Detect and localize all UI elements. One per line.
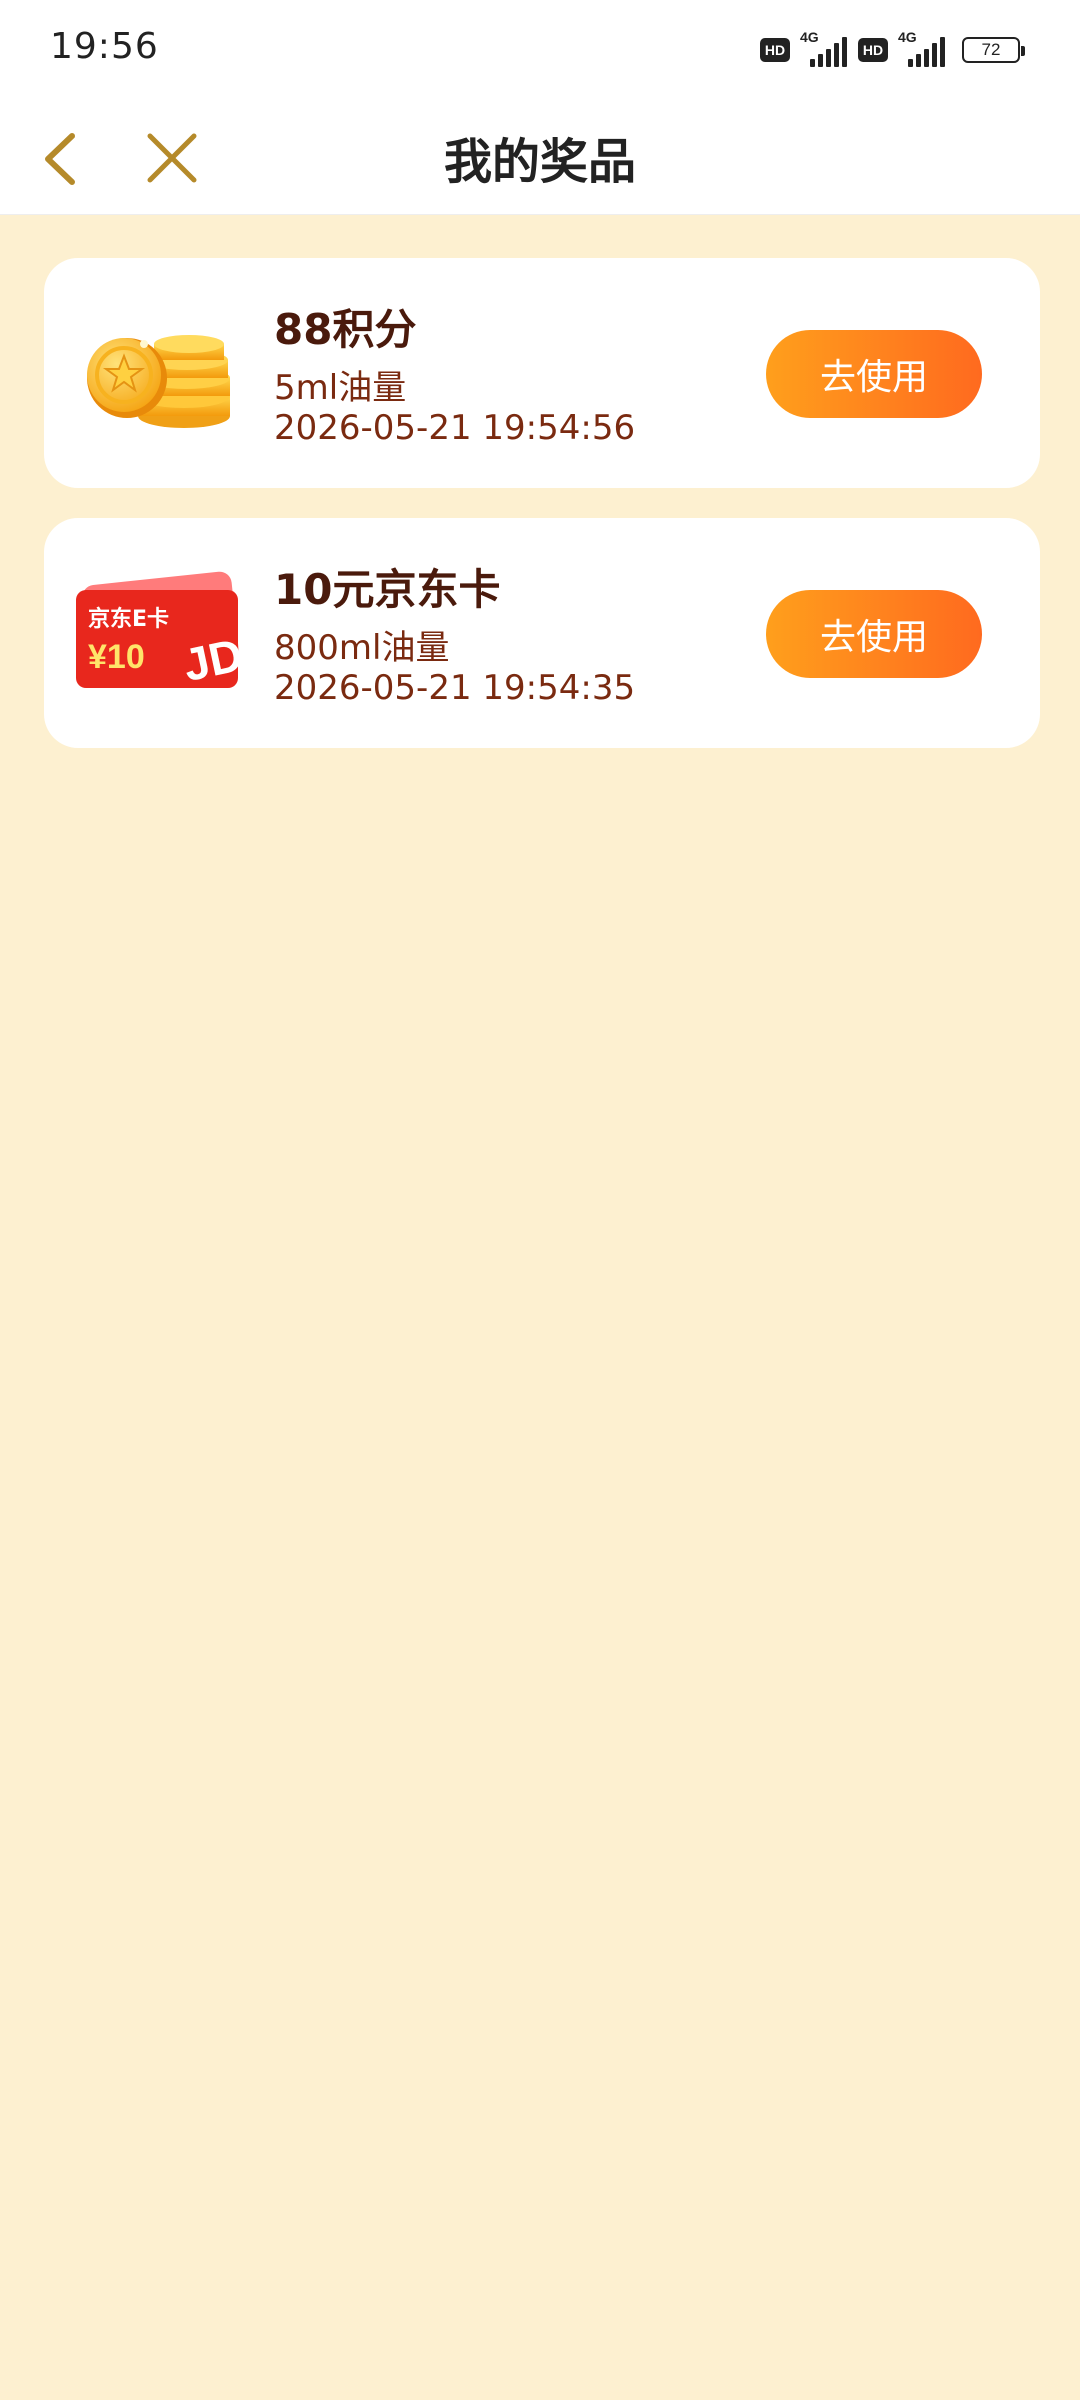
status-time: 19:56	[50, 26, 159, 67]
prize-title: 10元京东卡	[274, 565, 501, 614]
jd-card-text: 京东E卡	[88, 606, 169, 632]
hd-badge-2: HD	[858, 38, 888, 62]
prize-card: 88积分 5ml油量 2026-05-21 19:54:56 去使用	[44, 258, 1040, 488]
page-title: 我的奖品	[443, 134, 636, 190]
use-button[interactable]: 去使用	[766, 330, 982, 418]
coins-icon	[87, 335, 230, 428]
battery-level: 72	[981, 40, 1001, 59]
prize-card: 京东E卡 ¥10 JD 10元京东卡 800ml油量 2026-05-21 19…	[44, 518, 1040, 748]
use-button[interactable]: 去使用	[766, 590, 982, 678]
battery-icon: 72	[962, 37, 1025, 63]
signal-icon: 4G	[800, 29, 848, 67]
jd-card-icon: 京东E卡 ¥10 JD	[76, 571, 242, 691]
prize-subtitle: 800ml油量	[274, 628, 450, 668]
prize-subtitle: 5ml油量	[274, 368, 407, 408]
prize-title: 88积分	[274, 305, 417, 354]
prize-time: 2026-05-21 19:54:56	[274, 408, 636, 448]
nav-bar: 我的奖品	[0, 100, 1080, 215]
jd-card-value: ¥10	[88, 638, 145, 676]
signal-icon-2: 4G	[898, 29, 946, 67]
jd-logo: JD	[179, 628, 242, 691]
prize-time: 2026-05-21 19:54:35	[274, 668, 636, 708]
hd-badge: HD	[760, 38, 790, 62]
status-bar: 19:56 HD 4G HD 4G 72	[0, 0, 1080, 100]
status-icons: HD 4G HD 4G 72	[760, 29, 1025, 70]
prize-list: 88积分 5ml油量 2026-05-21 19:54:56 去使用 京东E卡 …	[44, 258, 1040, 778]
